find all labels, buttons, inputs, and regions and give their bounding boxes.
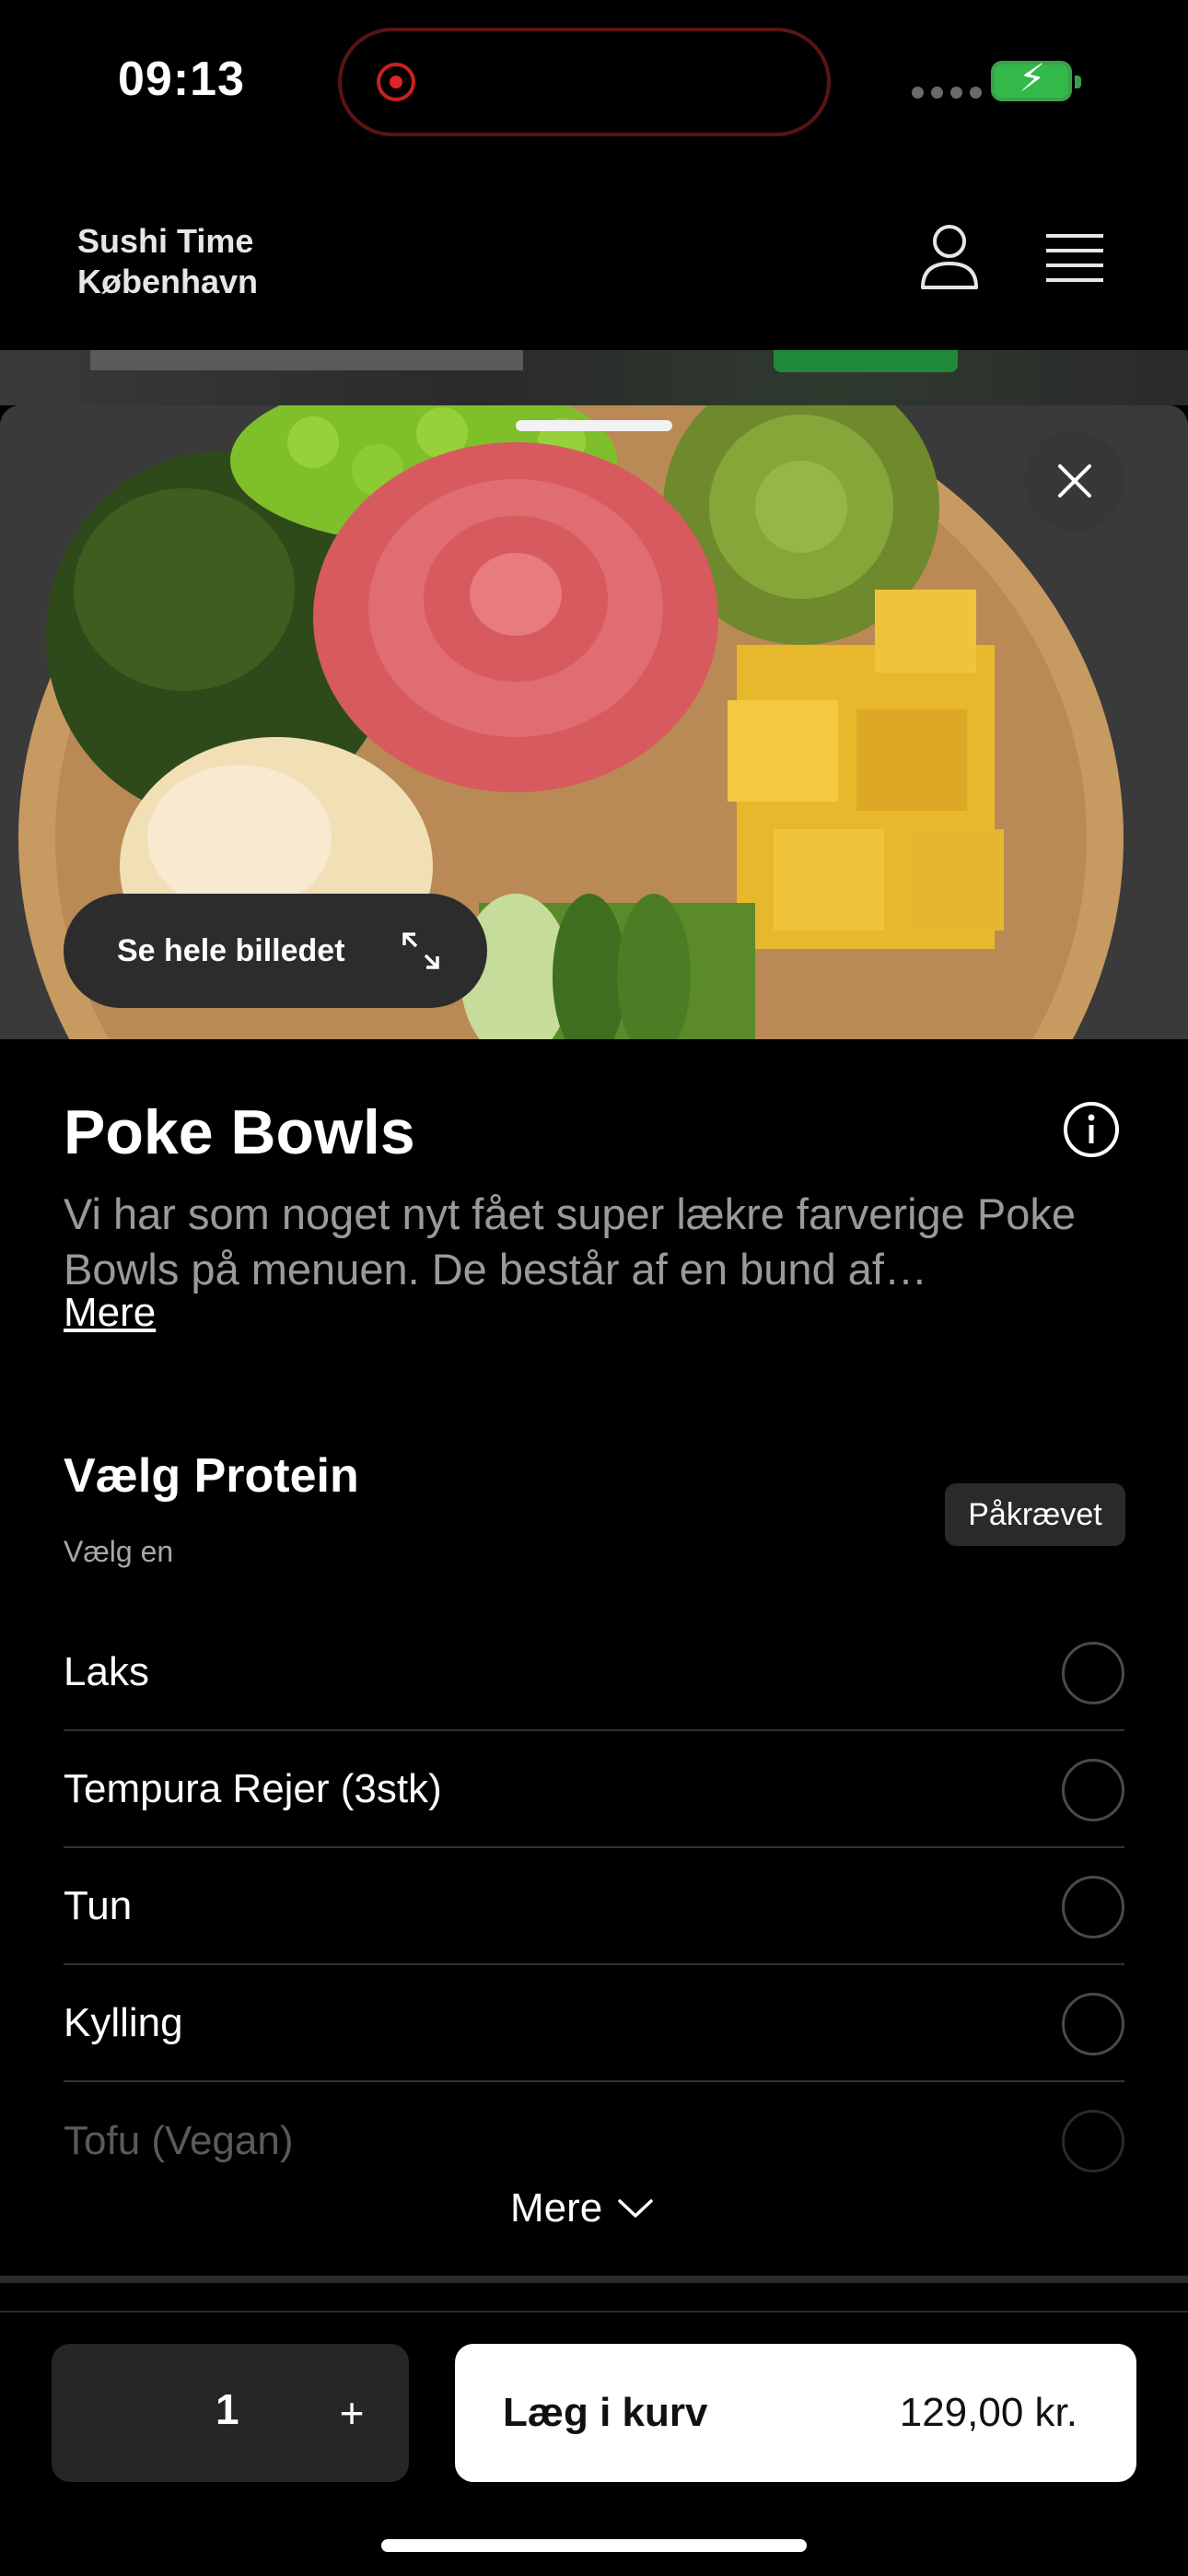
- brand-line-1: Sushi Time: [77, 222, 254, 260]
- close-button[interactable]: [1025, 431, 1124, 531]
- radio-button[interactable]: [1062, 1876, 1124, 1938]
- see-full-image-label: Se hele billedet: [117, 932, 345, 968]
- option-label: Tempura Rejer (3stk): [64, 1765, 442, 1811]
- option-group-subtitle: Vælg en: [64, 1535, 174, 1568]
- dynamic-island: [338, 28, 831, 136]
- section-divider: [0, 2276, 1188, 2283]
- screen-recording-icon: [377, 63, 415, 101]
- battery-charging-icon: ⚡: [991, 59, 1081, 101]
- option-row[interactable]: Tempura Rejer (3stk): [64, 1731, 1124, 1848]
- cellular-signal-icon: [912, 87, 982, 99]
- restaurant-brand[interactable]: Sushi Time København: [77, 221, 258, 302]
- read-more-link[interactable]: Mere: [64, 1290, 156, 1336]
- protein-options: Laks Tempura Rejer (3stk) Tun Kylling To…: [64, 1614, 1124, 2199]
- radio-button[interactable]: [1062, 1759, 1124, 1821]
- option-group-title: Vælg Protein: [64, 1449, 359, 1503]
- option-label: Tun: [64, 1882, 133, 1928]
- app-header: Sushi Time København: [0, 166, 1188, 350]
- chevron-down-icon: [618, 2199, 653, 2218]
- status-bar: 09:13 ⚡: [0, 0, 1188, 166]
- add-to-cart-label: Læg i kurv: [503, 2390, 708, 2435]
- option-row[interactable]: Kylling: [64, 1965, 1124, 2082]
- add-to-cart-button[interactable]: Læg i kurv 129,00 kr.: [455, 2344, 1136, 2482]
- radio-button[interactable]: [1062, 2110, 1124, 2172]
- product-info-button[interactable]: [1062, 1100, 1121, 1159]
- status-time: 09:13: [118, 53, 245, 106]
- user-icon: [921, 225, 978, 289]
- sheet-grabber[interactable]: [516, 420, 672, 431]
- required-badge: Påkrævet: [945, 1483, 1125, 1546]
- show-more-label: Mere: [510, 2185, 603, 2231]
- see-full-image-button[interactable]: Se hele billedet: [64, 894, 487, 1008]
- quantity-value: 1: [215, 2385, 239, 2433]
- radio-button[interactable]: [1062, 1993, 1124, 2055]
- quantity-stepper: 1 +: [52, 2344, 409, 2482]
- product-title: Poke Bowls: [64, 1097, 415, 1167]
- option-row[interactable]: Laks: [64, 1614, 1124, 1731]
- bottom-bar-divider: [0, 2311, 1188, 2313]
- show-more-options-button[interactable]: Mere: [510, 2185, 654, 2231]
- add-to-cart-price: 129,00 kr.: [899, 2390, 1077, 2435]
- home-indicator[interactable]: [381, 2539, 807, 2552]
- account-button[interactable]: [917, 223, 982, 291]
- background-page-peek: [0, 350, 1188, 405]
- option-row[interactable]: Tofu (Vegan): [64, 2082, 1124, 2199]
- menu-button[interactable]: [1044, 232, 1105, 284]
- close-icon: [1058, 464, 1091, 498]
- increase-quantity-button[interactable]: +: [324, 2371, 379, 2454]
- product-description: Vi har som noget nyt fået super lækre fa…: [64, 1189, 1076, 1294]
- expand-icon: [402, 932, 439, 969]
- product-sheet: Se hele billedet Poke Bowls Vi har som n…: [0, 405, 1188, 2576]
- option-row[interactable]: Tun: [64, 1848, 1124, 1965]
- option-label: Laks: [64, 1648, 149, 1694]
- option-label: Kylling: [64, 1999, 183, 2045]
- option-label: Tofu (Vegan): [64, 2117, 294, 2163]
- brand-line-2: København: [77, 263, 259, 300]
- info-icon: [1064, 1102, 1119, 1157]
- product-image[interactable]: Se hele billedet: [0, 405, 1188, 1039]
- menu-icon: [1046, 234, 1103, 282]
- radio-button[interactable]: [1062, 1642, 1124, 1704]
